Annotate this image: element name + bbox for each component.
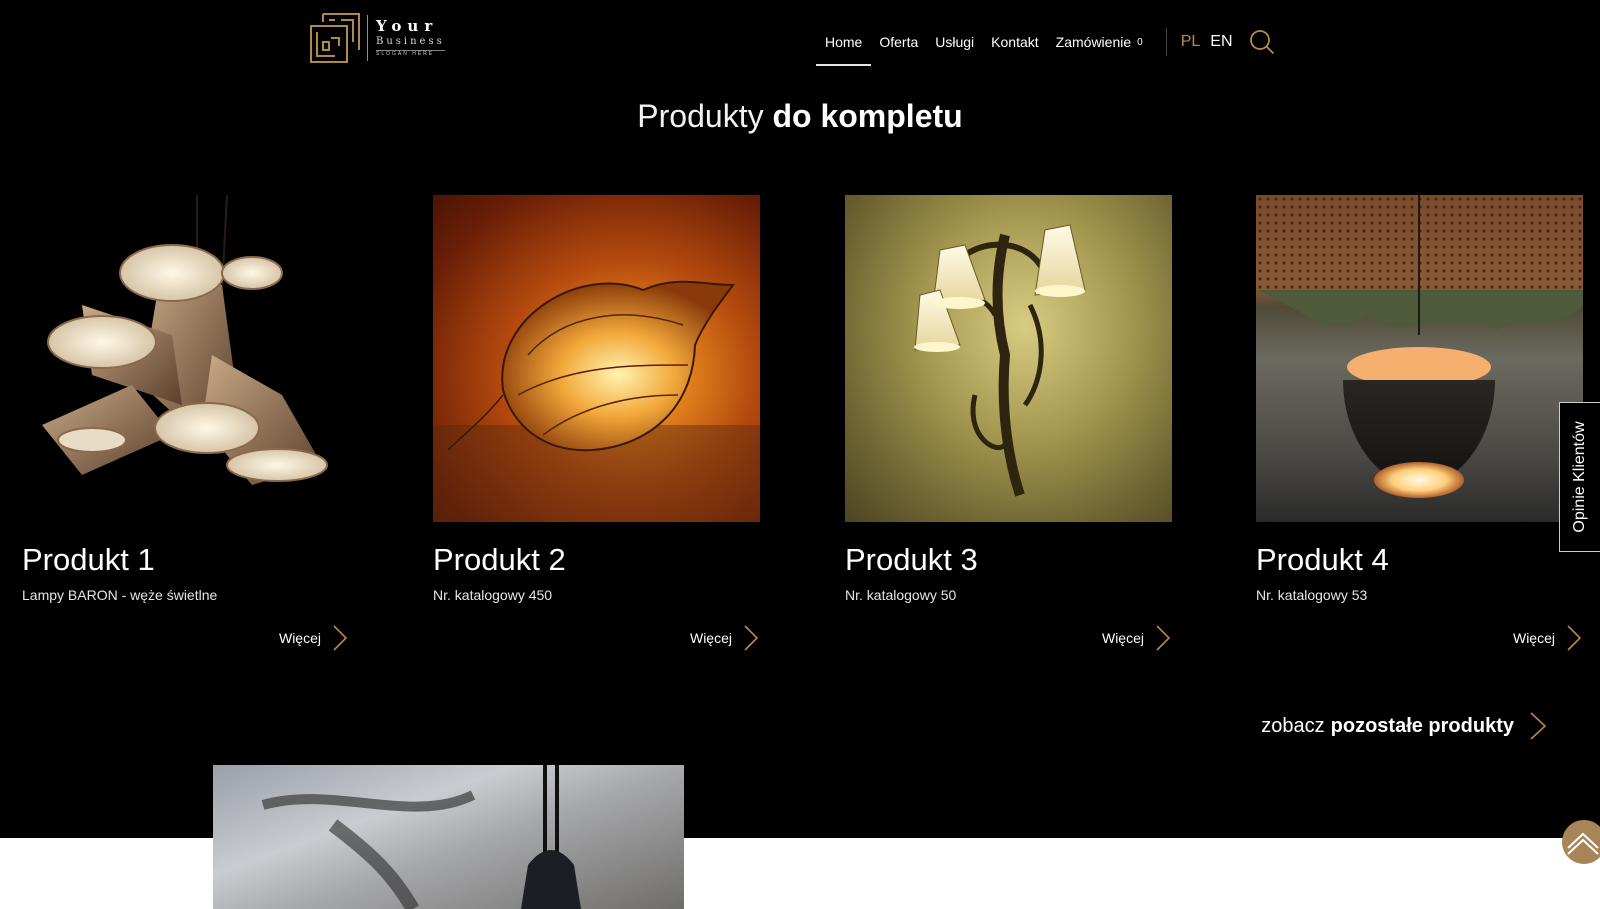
chevron-right-icon bbox=[1156, 625, 1171, 651]
more-link[interactable]: Więcej bbox=[690, 623, 760, 653]
logo[interactable]: Your Business SLOGAN HERE bbox=[309, 12, 445, 64]
chevron-right-icon bbox=[744, 625, 759, 651]
nav-item-oferta[interactable]: Oferta bbox=[879, 34, 918, 50]
product-image[interactable] bbox=[845, 195, 1172, 522]
product-photo-pendant bbox=[1256, 195, 1583, 498]
product-name[interactable]: Produkt 1 bbox=[22, 542, 349, 578]
product-image[interactable] bbox=[433, 195, 760, 522]
product-photo-sconce bbox=[914, 224, 1086, 497]
nav-divider bbox=[1165, 28, 1167, 56]
logo-text: Your Business SLOGAN HERE bbox=[376, 19, 445, 57]
cart-count: 0 bbox=[1137, 37, 1143, 48]
see-all-products-link[interactable]: zobacz pozostałe produkty bbox=[1261, 710, 1548, 742]
lang-pl[interactable]: PL bbox=[1181, 33, 1201, 51]
nav-item-uslugi[interactable]: Usługi bbox=[935, 34, 974, 50]
product-image[interactable] bbox=[1256, 195, 1583, 522]
product-card: Produkt 1 Lampy BARON - węże świetlne Wi… bbox=[22, 195, 349, 651]
brand-sub: Business bbox=[376, 36, 445, 47]
lang-en[interactable]: EN bbox=[1210, 33, 1232, 51]
chevron-up-icon bbox=[1567, 832, 1599, 855]
product-name[interactable]: Produkt 4 bbox=[1256, 542, 1583, 578]
site-header: Your Business SLOGAN HERE Home Oferta Us… bbox=[0, 0, 1600, 80]
more-label: Więcej bbox=[689, 630, 732, 646]
product-photo-lamps bbox=[42, 195, 328, 485]
more-link[interactable]: Więcej bbox=[1513, 623, 1583, 653]
nav-item-kontakt[interactable]: Kontakt bbox=[991, 34, 1038, 50]
product-card: Produkt 4 Nr. katalogowy 53 Więcej bbox=[1256, 195, 1583, 651]
chevron-right-icon bbox=[333, 625, 348, 651]
product-photo-lantern bbox=[433, 280, 760, 522]
chevron-right-icon bbox=[1567, 625, 1582, 651]
product-card: Produkt 2 Nr. katalogowy 450 Więcej bbox=[433, 195, 760, 651]
section-title-bold: do kompletu bbox=[772, 98, 963, 134]
section-title-light: Produkty bbox=[637, 98, 764, 134]
product-desc: Nr. katalogowy 53 bbox=[1256, 587, 1368, 603]
product-name[interactable]: Produkt 2 bbox=[433, 542, 760, 578]
logo-mark-icon bbox=[310, 13, 360, 63]
product-image[interactable] bbox=[22, 195, 349, 522]
product-card: Produkt 3 Nr. katalogowy 50 Więcej bbox=[845, 195, 1172, 651]
more-label: Więcej bbox=[1512, 630, 1555, 646]
logo-divider bbox=[367, 15, 368, 61]
brand-name: Your bbox=[376, 17, 439, 35]
nav-item-zamowienie[interactable]: Zamówienie 0 bbox=[1056, 34, 1143, 50]
section-title: Produkty do kompletu bbox=[0, 98, 1600, 135]
chevron-right-icon bbox=[1530, 712, 1547, 740]
see-all-light: zobacz bbox=[1261, 714, 1325, 737]
section-photo bbox=[213, 765, 684, 909]
product-desc: Nr. katalogowy 50 bbox=[845, 587, 957, 603]
more-link[interactable]: Więcej bbox=[279, 623, 349, 653]
see-all-bold: pozostałe produkty bbox=[1330, 714, 1514, 737]
more-label: Więcej bbox=[278, 630, 321, 646]
customer-reviews-label: Opinie Klientów bbox=[1571, 421, 1588, 533]
brand-slogan: SLOGAN HERE bbox=[376, 50, 445, 57]
photo-bulbs bbox=[261, 765, 581, 909]
nav-item-home[interactable]: Home bbox=[815, 34, 872, 66]
scroll-top-button[interactable] bbox=[1562, 820, 1600, 864]
customer-reviews-tab[interactable]: Opinie Klientów bbox=[1559, 402, 1600, 552]
product-desc: Lampy BARON - węże świetlne bbox=[22, 587, 218, 603]
main-nav: Home Oferta Usługi Kontakt Zamówienie 0 P… bbox=[815, 28, 1275, 66]
more-link[interactable]: Więcej bbox=[1102, 623, 1172, 653]
product-desc: Nr. katalogowy 450 bbox=[433, 587, 553, 603]
product-name[interactable]: Produkt 3 bbox=[845, 542, 1172, 578]
more-label: Więcej bbox=[1101, 630, 1144, 646]
nav-item-zamowienie-label: Zamówienie bbox=[1055, 34, 1132, 50]
search-icon[interactable] bbox=[1249, 29, 1275, 55]
product-list: Produkt 1 Lampy BARON - węże świetlne Wi… bbox=[0, 195, 1600, 655]
